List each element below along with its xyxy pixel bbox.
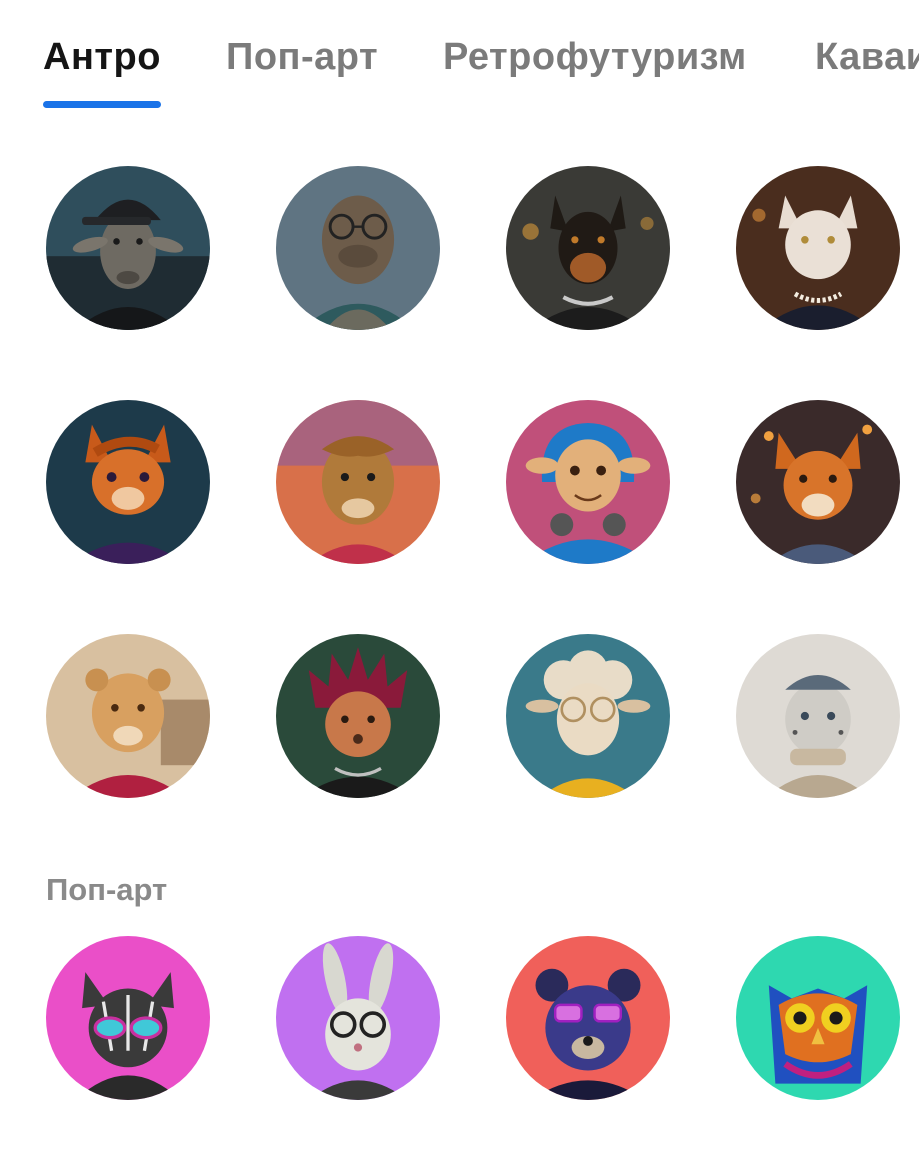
avatar-hedgehog[interactable] bbox=[276, 634, 440, 798]
avatar-snow-leopard[interactable] bbox=[736, 634, 900, 798]
avatar-walrus[interactable] bbox=[276, 166, 440, 330]
avatar-kangaroo[interactable] bbox=[506, 400, 670, 564]
tab-antro[interactable]: Антро bbox=[43, 36, 161, 79]
avatar-fox[interactable] bbox=[736, 400, 900, 564]
avatar-sheep[interactable] bbox=[506, 634, 670, 798]
tab-retrofuturism[interactable]: Ретрофутуризм bbox=[443, 36, 747, 79]
avatar-white-cat[interactable] bbox=[736, 166, 900, 330]
avatar-llama[interactable] bbox=[276, 400, 440, 564]
avatar-goat[interactable] bbox=[46, 166, 210, 330]
avatar-pop-art-cat[interactable] bbox=[46, 936, 210, 1100]
avatar-doberman[interactable] bbox=[506, 166, 670, 330]
avatar-pop-art-bear[interactable] bbox=[506, 936, 670, 1100]
tab-kawaii[interactable]: Каваи bbox=[815, 36, 919, 79]
section-title-pop-art: Поп-арт bbox=[46, 872, 168, 907]
avatar-pop-art-rabbit[interactable] bbox=[276, 936, 440, 1100]
avatar-lioness[interactable] bbox=[46, 634, 210, 798]
category-tab-bar: Антро Поп-арт Ретрофутуризм Каваи bbox=[0, 0, 919, 118]
avatar-squirrel[interactable] bbox=[46, 400, 210, 564]
tab-pop-art[interactable]: Поп-арт bbox=[226, 36, 378, 79]
avatar-pop-art-owl[interactable] bbox=[736, 936, 900, 1100]
active-tab-indicator bbox=[43, 101, 161, 108]
